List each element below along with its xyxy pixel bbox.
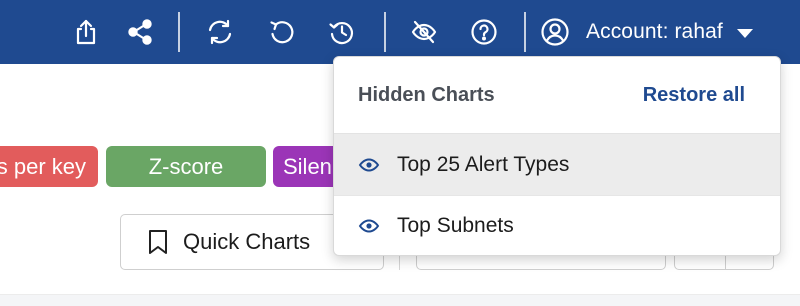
hidden-charts-dropdown: Hidden Charts Restore all Top 25 Alert T… <box>333 56 781 256</box>
quick-charts-label: Quick Charts <box>183 229 311 254</box>
bookmark-icon <box>149 230 167 254</box>
content-area-edge <box>0 294 800 306</box>
account-menu[interactable]: Account: rahaf <box>540 14 753 50</box>
pill-label: Z-score <box>148 153 224 179</box>
hidden-chart-label: Top Subnets <box>397 214 514 237</box>
toolbar-separator <box>524 12 526 52</box>
hidden-chart-item[interactable]: Top Subnets <box>334 195 780 255</box>
user-icon <box>541 18 569 46</box>
dropdown-title: Hidden Charts <box>358 83 495 106</box>
restore-all-link[interactable]: Restore all <box>643 84 745 107</box>
filter-pill-keys[interactable]: s per key <box>0 146 98 187</box>
refresh-icon[interactable] <box>204 14 236 50</box>
help-icon[interactable] <box>468 14 500 50</box>
share-export-icon[interactable] <box>70 14 102 50</box>
hidden-chart-label: Top 25 Alert Types <box>397 152 570 176</box>
eye-icon <box>358 157 380 172</box>
account-label: Account: rahaf <box>586 20 723 43</box>
caret-down-icon <box>736 28 753 38</box>
eye-hidden-icon[interactable] <box>408 14 440 50</box>
pill-label: Silen <box>283 153 332 179</box>
toolbar-separator <box>384 12 386 52</box>
pill-label: s per key <box>0 153 86 179</box>
filter-pill-zscore[interactable]: Z-score <box>106 146 266 187</box>
dropdown-header: Hidden Charts Restore all <box>334 57 780 134</box>
share-nodes-icon[interactable] <box>124 14 156 50</box>
history-icon[interactable] <box>326 14 358 50</box>
reload-icon[interactable] <box>266 14 298 50</box>
top-navigation-bar: Account: rahaf <box>0 0 800 64</box>
eye-icon <box>358 219 380 233</box>
hidden-chart-item[interactable]: Top 25 Alert Types <box>334 134 780 195</box>
toolbar-separator <box>178 12 180 52</box>
